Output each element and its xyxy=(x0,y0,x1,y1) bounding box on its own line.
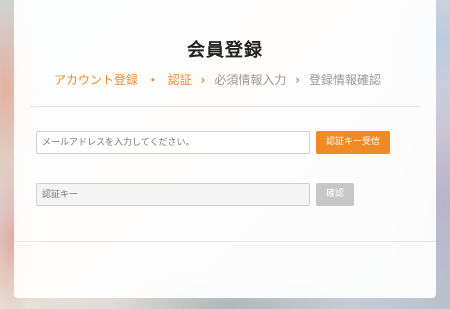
page-title: 会員登録 xyxy=(187,40,263,61)
email-input[interactable] xyxy=(36,131,310,154)
footer-divider xyxy=(14,241,436,242)
chevron-right-icon: › xyxy=(295,73,301,87)
step-required-info: 必須情報入力 xyxy=(214,73,287,87)
step-account-registration: アカウント登録 xyxy=(54,73,139,87)
step-verification: 認証 xyxy=(167,73,192,87)
step-breadcrumb: アカウント登録 ・ 認証 › 必須情報入力 › 登録情報確認 xyxy=(54,71,414,88)
registration-card: 会員登録 アカウント登録 ・ 認証 › 必須情報入力 › 登録情報確認 認証キー… xyxy=(14,0,436,298)
chevron-right-icon: › xyxy=(200,73,206,87)
step-separator-dot: ・ xyxy=(146,73,159,87)
send-code-button[interactable]: 認証キー受信 xyxy=(316,131,390,154)
confirm-button[interactable]: 確認 xyxy=(316,183,354,206)
header-divider xyxy=(30,106,420,107)
verification-code-input[interactable] xyxy=(36,183,310,206)
step-confirm-registration: 登録情報確認 xyxy=(308,73,381,87)
